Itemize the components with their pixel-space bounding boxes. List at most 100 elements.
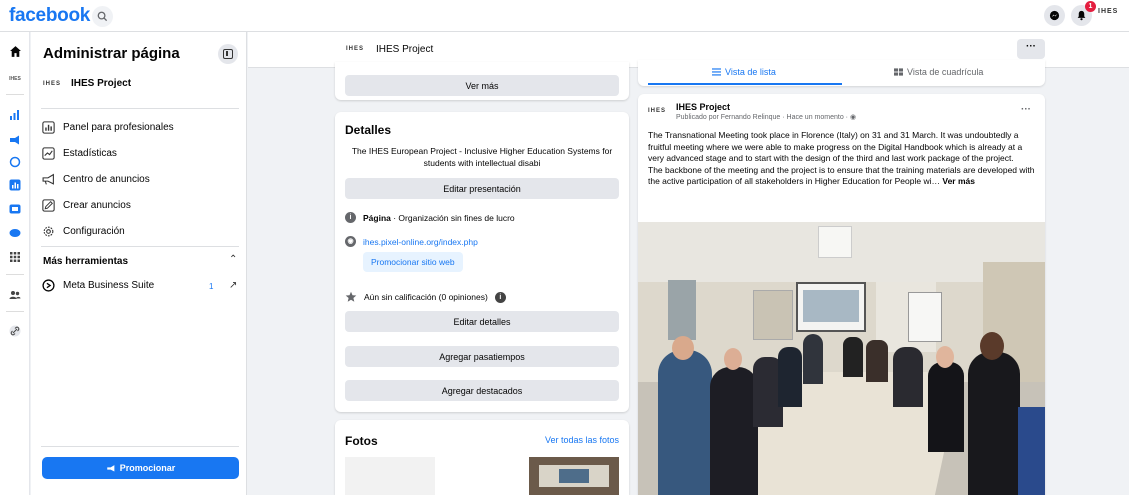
- admin-panel: Administrar página IHES IHES Project Pan…: [31, 32, 247, 495]
- menu-item-meta-business-suite[interactable]: Meta Business Suite: [41, 278, 154, 292]
- star-icon: [345, 291, 357, 302]
- facebook-logo[interactable]: facebook: [9, 5, 90, 27]
- rating-text: Aún sin calificación (0 opiniones): [364, 292, 488, 302]
- page-switcher[interactable]: IHES IHES Project: [43, 78, 131, 89]
- menu-item-ad-center[interactable]: Centro de anuncios: [41, 172, 150, 186]
- admin-divider: [41, 446, 239, 447]
- rail-divider: [6, 94, 24, 95]
- insights-icon[interactable]: [7, 108, 23, 122]
- photo-thumbnail[interactable]: [529, 457, 619, 495]
- page-name: IHES Project: [71, 78, 132, 89]
- tab-list-view[interactable]: Vista de lista: [712, 67, 776, 77]
- promote-button[interactable]: Promocionar: [42, 457, 239, 479]
- header-page-logo: IHES: [346, 46, 365, 52]
- menu-item-label: Panel para profesionales: [63, 121, 174, 133]
- tab-label: Vista de cuadrícula: [907, 67, 984, 77]
- website-link[interactable]: ihes.pixel-online.org/index.php: [363, 237, 478, 247]
- edit-presentation-button[interactable]: Editar presentación: [345, 178, 619, 199]
- photos-title: Fotos: [345, 434, 378, 448]
- details-card: Detalles The IHES European Project - Inc…: [335, 112, 629, 412]
- megaphone-icon: [41, 172, 55, 186]
- globe-icon: ◉: [849, 114, 857, 121]
- admin-divider: [41, 246, 239, 247]
- megaphone-icon[interactable]: [7, 133, 23, 147]
- menu-item-label: Configuración: [63, 225, 125, 237]
- menu-item-professional-dashboard[interactable]: Panel para profesionales: [41, 120, 174, 134]
- link-icon[interactable]: [7, 324, 23, 338]
- post-options-button[interactable]: ···: [1021, 104, 1031, 115]
- collapse-panel-button[interactable]: [218, 44, 238, 64]
- post-author-logo[interactable]: IHES: [648, 108, 666, 114]
- post-body: The Transnational Meeting took place in …: [648, 130, 1040, 188]
- photo-thumbnail[interactable]: [345, 457, 435, 495]
- collapse-icon: [223, 49, 233, 59]
- rating-row: Aún sin calificación (0 opiniones) i: [345, 291, 506, 303]
- meta-icon[interactable]: [7, 155, 23, 169]
- photos-card: Fotos Ver todas las fotos: [335, 420, 629, 495]
- search-button[interactable]: [92, 6, 113, 27]
- post-author[interactable]: IHES Project: [676, 102, 730, 112]
- home-icon[interactable]: [7, 44, 23, 58]
- post-meta-text: Publicado por Fernando Relinque · Hace u…: [676, 114, 848, 121]
- view-tabs: Vista de lista Vista de cuadrícula: [638, 60, 1045, 86]
- info-icon: i: [345, 212, 356, 223]
- menu-item-label: Estadísticas: [63, 147, 117, 159]
- menu-item-label: Centro de anuncios: [63, 173, 150, 185]
- rail-divider: [6, 274, 24, 275]
- page-type-label: Página: [363, 212, 391, 223]
- notifications-button[interactable]: 1: [1071, 1, 1096, 26]
- add-hobbies-button[interactable]: Agregar pasatiempos: [345, 346, 619, 367]
- page-logo: IHES: [43, 80, 62, 87]
- intro-card: Ver más: [335, 62, 629, 100]
- list-icon: [712, 68, 721, 76]
- messenger-button[interactable]: [1044, 5, 1065, 26]
- add-featured-button[interactable]: Agregar destacados: [345, 380, 619, 401]
- promote-website-button[interactable]: Promocionar sitio web: [363, 252, 463, 272]
- more-tools-heading[interactable]: Más herramientas: [43, 256, 128, 267]
- messenger-rail-icon[interactable]: [7, 226, 23, 240]
- messenger-icon: [1049, 10, 1060, 21]
- post-text: The Transnational Meeting took place in …: [648, 130, 1035, 187]
- website-row: ◉ ihes.pixel-online.org/index.php: [345, 236, 478, 247]
- page-type-category: · Organización sin fines de lucro: [390, 212, 515, 223]
- page-type-row: i Página · Organización sin fines de luc…: [345, 212, 515, 223]
- business-suite-count: 1: [209, 282, 214, 291]
- info-icon[interactable]: i: [494, 291, 506, 303]
- tab-grid-view[interactable]: Vista de cuadrícula: [894, 67, 983, 77]
- grid-icon[interactable]: [7, 250, 23, 264]
- inbox-icon[interactable]: [7, 202, 23, 216]
- header-more-button[interactable]: ···: [1017, 39, 1045, 59]
- tab-label: Vista de lista: [725, 67, 776, 77]
- search-icon: [97, 11, 108, 22]
- details-description: The IHES European Project - Inclusive Hi…: [351, 146, 613, 168]
- stats-icon[interactable]: [7, 178, 23, 192]
- post-meta: Publicado por Fernando Relinque · Hace u…: [676, 113, 856, 121]
- see-all-photos-link[interactable]: Ver todas las fotos: [545, 435, 619, 445]
- menu-item-create-ads[interactable]: Crear anuncios: [41, 198, 131, 212]
- external-link-icon[interactable]: ↗: [229, 280, 237, 291]
- people-icon[interactable]: [7, 288, 23, 302]
- pencil-icon: [41, 198, 55, 212]
- post-see-more-link[interactable]: Ver más: [942, 176, 975, 186]
- account-avatar[interactable]: IHES: [1098, 8, 1118, 15]
- promote-label: Promocionar: [119, 463, 176, 473]
- page-logo-icon[interactable]: IHES: [7, 72, 23, 86]
- edit-details-button[interactable]: Editar detalles: [345, 311, 619, 332]
- chevron-up-icon[interactable]: ⌃: [229, 254, 237, 265]
- see-more-button[interactable]: Ver más: [345, 75, 619, 96]
- active-tab-indicator: [648, 83, 842, 85]
- globe-icon: ◉: [345, 236, 356, 247]
- menu-item-statistics[interactable]: Estadísticas: [41, 146, 117, 160]
- menu-item-label: Meta Business Suite: [63, 279, 155, 291]
- admin-divider: [41, 108, 239, 109]
- menu-item-settings[interactable]: Configuración: [41, 224, 125, 238]
- dashboard-icon: [41, 120, 55, 134]
- post-photo[interactable]: [638, 222, 1045, 495]
- top-bar: facebook 1 IHES: [0, 0, 1129, 32]
- gear-icon: [41, 224, 55, 238]
- admin-title: Administrar página: [43, 45, 180, 62]
- rail-divider: [6, 311, 24, 312]
- header-page-name[interactable]: IHES Project: [376, 44, 433, 55]
- megaphone-icon: [106, 464, 115, 471]
- details-title: Detalles: [345, 123, 392, 137]
